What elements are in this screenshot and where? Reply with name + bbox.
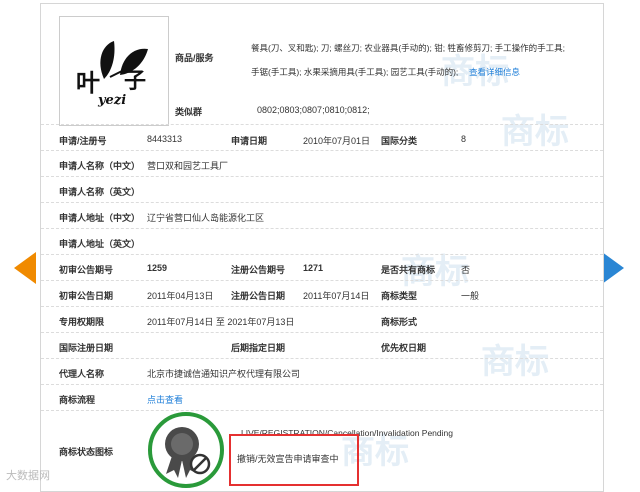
divider: [41, 150, 603, 151]
flow-view-link[interactable]: 点击查看: [147, 393, 183, 406]
reg-pub-date-label: 注册公告日期: [231, 291, 286, 301]
address-cn-label: 申请人地址（中文）: [59, 213, 141, 223]
similar-group-value: 0802;0803;0807;0810;0812;: [257, 105, 370, 115]
exclusive-value: 2011年07月14日 至 2021年07月13日: [147, 317, 295, 327]
shared-label: 是否共有商标: [381, 265, 436, 275]
agent-value: 北京市捷诚信通知识产权代理有限公司: [147, 369, 301, 379]
previous-arrow-button[interactable]: [14, 252, 36, 284]
tm-form-label: 商标形式: [381, 317, 418, 327]
intl-class-label: 国际分类: [381, 136, 418, 146]
priority-label: 优先权日期: [381, 343, 427, 353]
flow-label: 商标流程: [59, 395, 96, 405]
prelim-no-label: 初审公告期号: [59, 265, 114, 275]
status-cn-text: 撤销/无效宣告申请审查中: [237, 454, 339, 464]
tm-type-label: 商标类型: [381, 291, 418, 301]
app-date-label: 申请日期: [231, 136, 268, 146]
prelim-no-value: 1259: [147, 263, 168, 273]
applicant-en-label: 申请人名称（英文）: [59, 187, 141, 197]
divider: [41, 410, 603, 411]
goods-label: 商品/服务: [175, 53, 214, 63]
prelim-date-label: 初审公告日期: [59, 291, 114, 301]
divider: [41, 358, 603, 359]
footer-watermark: 大数据网: [6, 470, 50, 482]
applicant-cn-label: 申请人名称（中文）: [59, 161, 141, 171]
status-icon-label: 商标状态图标: [59, 447, 114, 457]
logo-char-left: 叶: [76, 68, 100, 97]
goods-line-1: 餐具(刀、叉和匙); 刀; 螺丝刀; 农业器具(手动的); 钳; 牲畜修剪刀; …: [251, 43, 566, 53]
goods-line-2: 手锯(手工具); 水果采摘用具(手工具); 园艺工具(手动的);: [251, 67, 459, 77]
divider: [41, 384, 603, 385]
logo-latin: yezi: [98, 93, 127, 108]
address-cn-value: 辽宁省营口仙人岛能源化工区: [147, 213, 265, 223]
intl-reg-date-label: 国际注册日期: [59, 343, 114, 353]
divider: [41, 306, 603, 307]
watermark: 商标: [501, 113, 569, 151]
reg-pub-no-label: 注册公告期号: [231, 265, 286, 275]
next-arrow-button[interactable]: [602, 252, 624, 284]
prelim-date-value: 2011年04月13日: [147, 291, 214, 301]
divider: [41, 332, 603, 333]
agent-label: 代理人名称: [59, 369, 105, 379]
trademark-detail-card: 商标 商标 商标 商标 商标 叶 子 yezi 商品/服务 餐具(刀、叉和匙);…: [40, 3, 604, 492]
reg-no-label: 申请/注册号: [59, 136, 107, 146]
app-date-value: 2010年07月01日: [303, 136, 371, 146]
divider: [41, 228, 603, 229]
shared-value: 否: [461, 265, 471, 275]
reg-no-value: 8443313: [147, 134, 183, 144]
intl-class-value: 8: [461, 134, 467, 144]
reg-pub-date-value: 2011年07月14日: [303, 291, 370, 301]
divider: [41, 280, 603, 281]
applicant-cn-value: 营口双和园艺工具厂: [147, 161, 229, 171]
similar-group-label: 类似群: [175, 107, 203, 117]
tm-type-value: 一般: [461, 291, 480, 301]
divider: [41, 254, 603, 255]
logo-char-right: 子: [124, 68, 147, 94]
trademark-logo: 叶 子 yezi: [59, 16, 169, 126]
divider: [41, 124, 603, 125]
exclusive-label: 专用权期限: [59, 317, 105, 327]
divider: [41, 176, 603, 177]
divider: [41, 202, 603, 203]
status-seal-icon: [148, 412, 224, 488]
view-details-link[interactable]: 查看详细信息: [469, 66, 520, 78]
address-en-label: 申请人地址（英文）: [59, 239, 141, 249]
later-date-label: 后期指定日期: [231, 343, 286, 353]
rosette-icon: [165, 427, 211, 478]
reg-pub-no-value: 1271: [303, 263, 324, 273]
